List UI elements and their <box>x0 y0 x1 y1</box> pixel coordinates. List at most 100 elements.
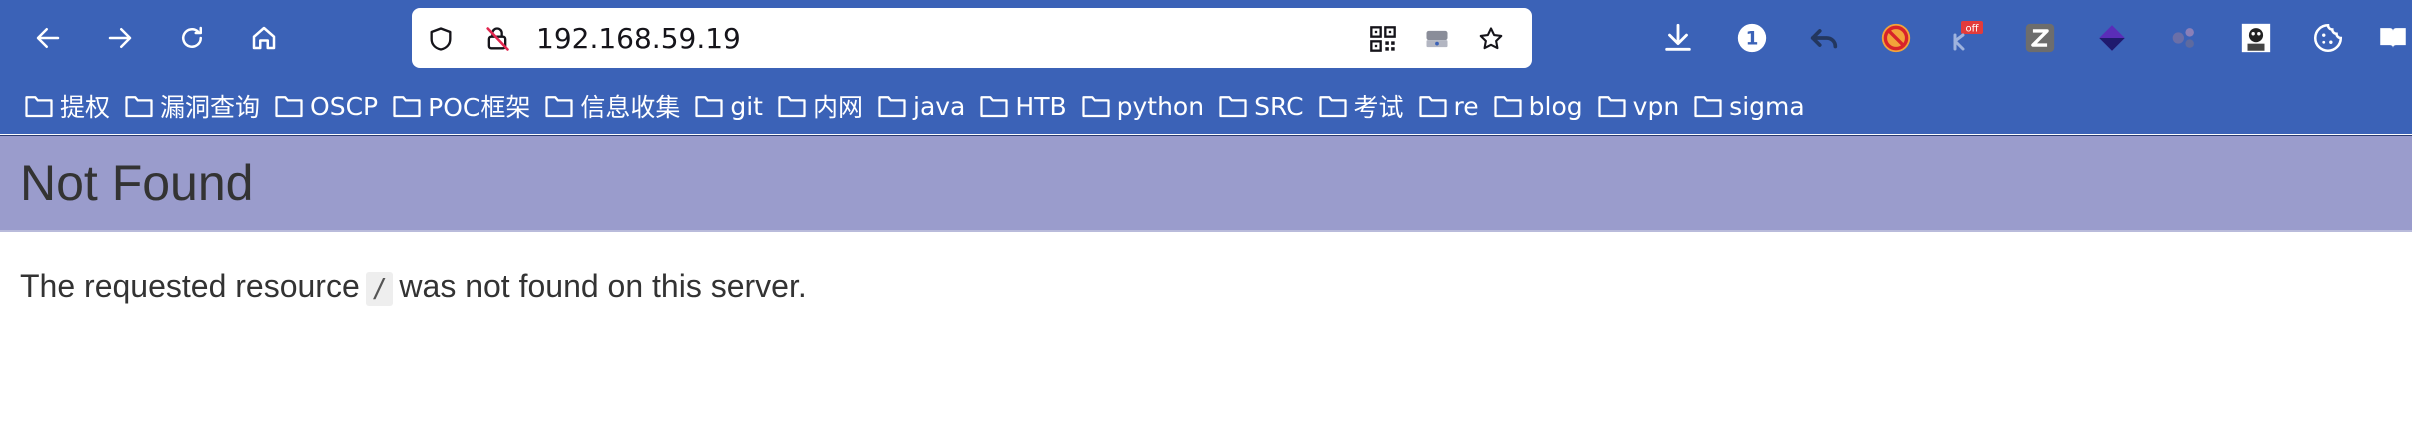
folder-icon <box>275 96 303 118</box>
bookmark-label: 信息收集 <box>580 93 681 122</box>
z-extension-button[interactable] <box>2020 18 2060 58</box>
bookmark-label: 漏洞查询 <box>160 93 261 122</box>
page-header: Not Found <box>0 135 2412 232</box>
book-icon <box>2380 28 2406 48</box>
bookmark-folder-4[interactable]: 信息收集 <box>544 86 680 126</box>
bookmark-folder-0[interactable]: 提权 <box>24 86 110 126</box>
layers-extension-button[interactable] <box>2092 18 2132 58</box>
bookmark-star-button[interactable] <box>1476 24 1506 54</box>
folder-icon <box>1082 96 1110 118</box>
bookmark-label: SRC <box>1254 91 1304 121</box>
reload-button[interactable] <box>172 18 212 58</box>
bookmark-label: HTB <box>1015 91 1067 121</box>
folder-icon <box>1494 96 1522 118</box>
downloads-button[interactable] <box>1658 18 1698 58</box>
bookmark-folder-6[interactable]: 内网 <box>777 86 863 126</box>
bookmark-folder-11[interactable]: 考试 <box>1318 86 1404 126</box>
bookmark-label: OSCP <box>310 91 379 121</box>
folder-icon <box>1694 96 1722 118</box>
bookmark-label: blog <box>1528 91 1583 121</box>
folder-icon <box>878 96 906 118</box>
dots-extension-button[interactable] <box>2164 18 2204 58</box>
notification-count-icon: 1 <box>1737 23 1767 53</box>
cursor-off-icon: off <box>1953 21 1983 51</box>
tracking-protection-button[interactable] <box>426 24 456 54</box>
reload-icon <box>182 26 202 48</box>
folder-icon <box>393 96 421 118</box>
folder-icon <box>695 96 723 118</box>
avatar-extension-button[interactable] <box>2236 18 2276 58</box>
badge-count-text: 1 <box>1746 28 1759 49</box>
avatar-icon <box>2241 23 2271 53</box>
layers-icon <box>2099 25 2125 51</box>
bookmark-label: vpn <box>1632 91 1680 121</box>
url-text[interactable]: 192.168.59.19 <box>536 24 741 54</box>
molecule-icon <box>2172 28 2194 48</box>
bookmark-label: 考试 <box>1353 93 1404 122</box>
bookmark-folder-9[interactable]: python <box>1081 86 1204 126</box>
bookmark-folder-10[interactable]: SRC <box>1218 86 1304 126</box>
star-icon <box>1479 27 1503 50</box>
arrow-left-icon <box>36 28 60 48</box>
resource-path: / <box>365 272 394 306</box>
qr-code-button[interactable] <box>1368 24 1398 54</box>
bookmark-label: re <box>1453 91 1479 121</box>
bookmark-label: java <box>913 91 966 121</box>
bookmark-label: git <box>730 91 763 121</box>
z-logo-icon <box>2025 23 2055 53</box>
qr-code-icon <box>1370 26 1396 52</box>
bookmark-folder-5[interactable]: git <box>694 86 763 126</box>
folder-icon <box>980 96 1009 118</box>
forward-button[interactable] <box>100 18 140 58</box>
reader-extension-button[interactable] <box>2376 18 2412 58</box>
download-icon <box>1665 23 1691 51</box>
cookie-extension-button[interactable] <box>2308 18 2348 58</box>
reader-storage-button[interactable] <box>1422 24 1452 54</box>
folder-icon <box>1598 96 1626 118</box>
folder-icon <box>125 96 153 118</box>
folder-icon <box>778 96 806 118</box>
browser-chrome: 192.168.59.19 1 off 提权 漏洞查询 OSCP POC框架 信… <box>0 0 2412 134</box>
undo-arrow-icon <box>1810 29 1838 49</box>
folder-icon <box>1219 96 1247 118</box>
home-icon <box>252 26 276 50</box>
off-extension-button[interactable]: off <box>1946 18 1986 58</box>
insecure-lock-icon <box>486 27 509 51</box>
address-bar[interactable]: 192.168.59.19 <box>412 8 1532 68</box>
bookmark-folder-2[interactable]: OSCP <box>274 86 378 126</box>
home-button[interactable] <box>244 18 284 58</box>
arrow-right-icon <box>108 28 132 48</box>
extension-badge-button[interactable]: 1 <box>1732 18 1772 58</box>
blocked-icon <box>1881 23 1911 53</box>
bookmark-folder-8[interactable]: HTB <box>979 86 1067 126</box>
bookmark-label: sigma <box>1729 91 1805 121</box>
folder-icon <box>25 96 53 118</box>
bookmarks-toolbar: 提权 漏洞查询 OSCP POC框架 信息收集 git 内网 java HTB python SRC… <box>0 84 2412 128</box>
bookmark-label: POC框架 <box>428 93 531 122</box>
site-security-button[interactable] <box>482 24 512 54</box>
page-title: Not Found <box>20 155 254 211</box>
blocker-extension-button[interactable] <box>1876 18 1916 58</box>
undo-extension-button[interactable] <box>1804 18 1844 58</box>
folder-icon <box>545 96 573 118</box>
message-text-after: was not found on this server. <box>399 268 807 304</box>
navigation-toolbar: 192.168.59.19 1 off <box>0 0 2412 76</box>
bookmark-label: 内网 <box>812 93 863 122</box>
off-badge-text: off <box>1965 24 1979 35</box>
message-text-before: The requested resource <box>20 268 360 304</box>
shield-icon <box>430 27 452 51</box>
bookmark-folder-12[interactable]: re <box>1418 86 1479 126</box>
bookmark-label: python <box>1116 91 1205 121</box>
bookmark-folder-14[interactable]: vpn <box>1597 86 1680 126</box>
bookmark-folder-1[interactable]: 漏洞查询 <box>124 86 260 126</box>
folder-icon <box>1318 96 1347 118</box>
bookmark-folder-7[interactable]: java <box>877 86 965 126</box>
folder-icon <box>1418 96 1447 118</box>
bookmark-folder-3[interactable]: POC框架 <box>392 86 530 126</box>
drive-icon <box>1426 30 1448 48</box>
back-button[interactable] <box>28 18 68 58</box>
bookmark-label: 提权 <box>60 93 111 122</box>
bookmark-folder-15[interactable]: sigma <box>1693 86 1805 126</box>
bookmark-folder-13[interactable]: blog <box>1493 86 1583 126</box>
error-message: The requested resource / was not found on … <box>20 268 807 306</box>
